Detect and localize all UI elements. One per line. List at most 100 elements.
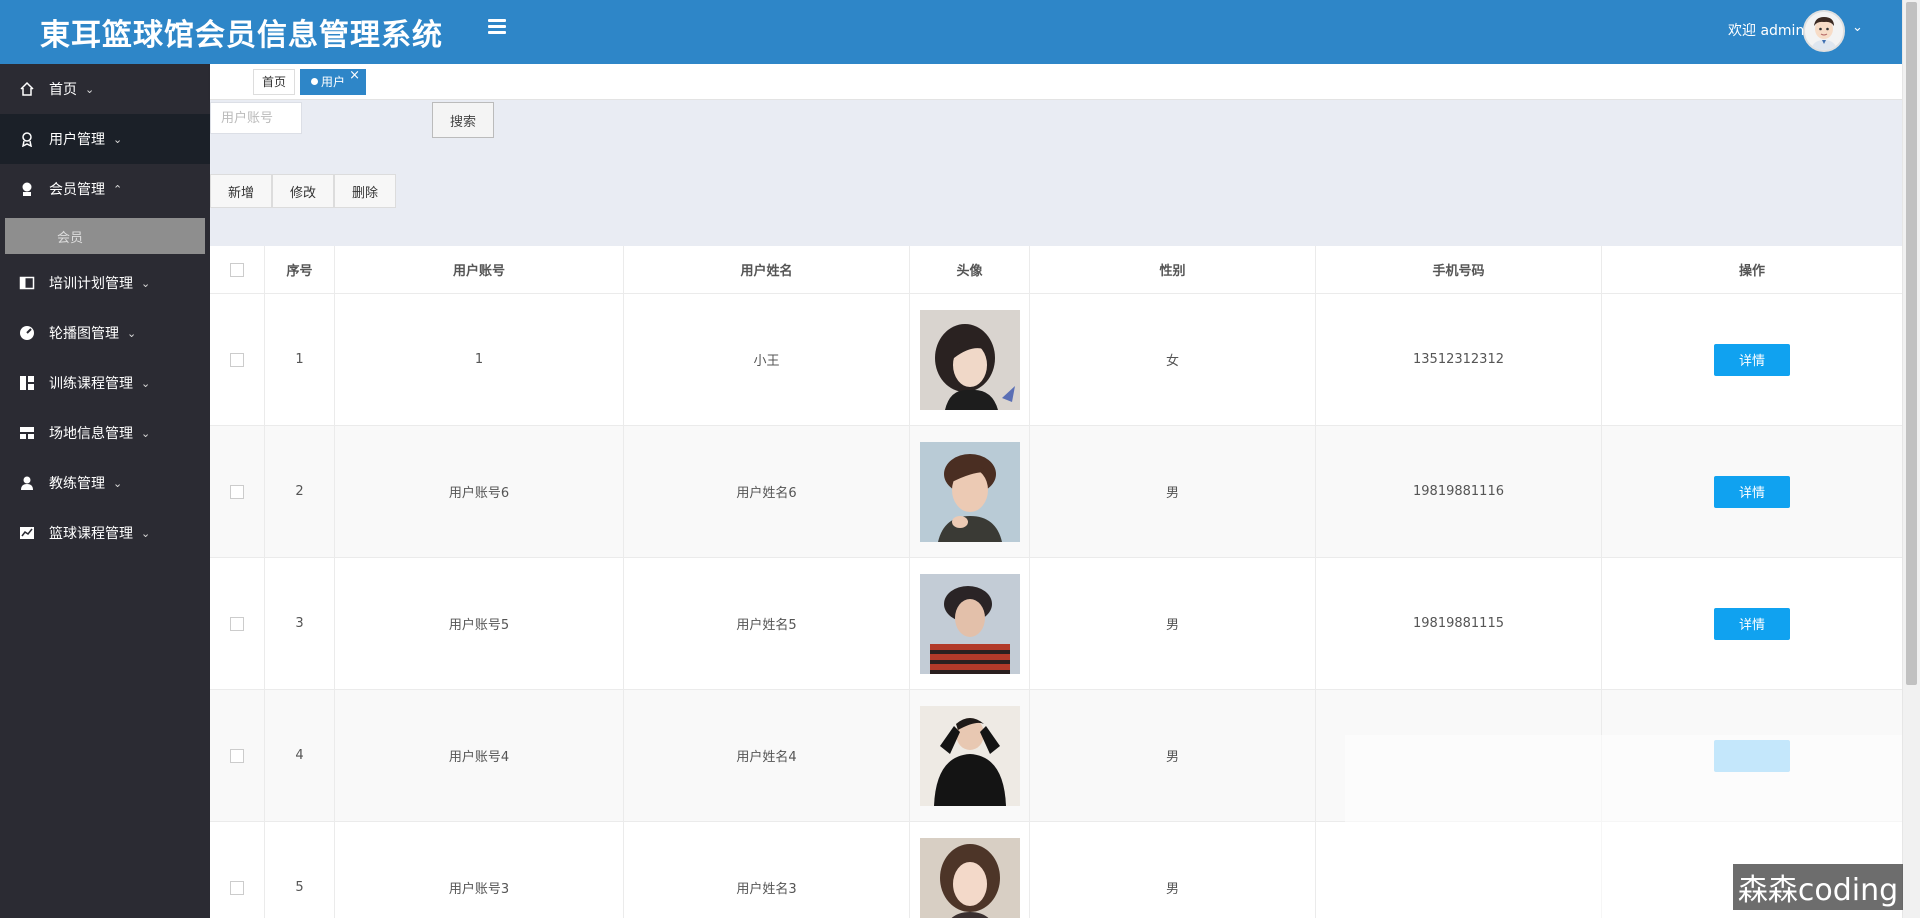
sidebar-subitem-member[interactable]: 会员 — [5, 218, 205, 254]
tab-label: 用户 — [321, 75, 346, 89]
user-menu-chevron-icon[interactable]: ⌄ — [1852, 20, 1863, 35]
sidebar-item-label: 用户管理 — [49, 132, 105, 148]
cell-gender: 男 — [1030, 426, 1316, 557]
cell-account: 用户账号3 — [335, 822, 624, 918]
home-icon — [18, 80, 36, 98]
row-checkbox[interactable] — [230, 352, 244, 367]
search-input[interactable] — [210, 102, 302, 134]
cell-phone: 19819881116 — [1316, 426, 1602, 557]
chevron-down-icon: ⌄ — [141, 526, 151, 540]
cell-gender: 男 — [1030, 822, 1316, 918]
chevron-down-icon: ⌄ — [141, 276, 151, 290]
member-icon — [18, 180, 36, 198]
table-row[interactable]: 1 1 小王 女 13512312312 详情 — [210, 294, 1902, 426]
column-header: 用户姓名 — [624, 246, 910, 293]
cell-index: 1 — [265, 294, 335, 425]
tabs-bar: 首页 用户 × — [210, 64, 1902, 100]
detail-button[interactable]: 详情 — [1714, 607, 1790, 640]
column-header: 操作 — [1738, 264, 1765, 279]
chevron-down-icon: ⌄ — [113, 132, 123, 146]
sidebar-item-label: 场地信息管理 — [49, 426, 133, 442]
sidebar-item-label: 会员管理 — [49, 182, 105, 198]
close-icon[interactable]: × — [349, 64, 360, 88]
sidebar-item-training-plan[interactable]: 培训计划管理 ⌄ — [0, 258, 210, 308]
select-all-checkbox[interactable] — [230, 262, 244, 277]
cell-gender: 男 — [1030, 690, 1316, 821]
tab-home[interactable]: 首页 — [253, 69, 296, 95]
cell-name: 用户姓名5 — [624, 558, 910, 689]
column-header: 序号 — [265, 246, 335, 293]
table-header-row: 序号 用户账号 用户姓名 头像 性别 手机号码 操作 — [210, 246, 1902, 294]
vertical-scrollbar[interactable] — [1902, 0, 1920, 918]
user-avatar[interactable] — [1803, 10, 1845, 52]
chevron-down-icon: ⌄ — [127, 326, 137, 340]
table-row[interactable]: 3 用户账号5 用户姓名5 男 19819881115 详情 — [210, 558, 1902, 690]
sidebar-item-label: 教练管理 — [49, 476, 105, 492]
avatar-photo[interactable] — [919, 837, 1020, 918]
avatar-photo[interactable] — [919, 441, 1020, 542]
sidebar: 首页 ⌄ 用户管理 ⌄ 会员管理 ⌃ 会员 培训计划管理 ⌄ 轮播图管理 ⌄ 训… — [0, 64, 210, 918]
avatar-photo[interactable] — [919, 573, 1020, 674]
sidebar-item-member-management[interactable]: 会员管理 ⌃ — [0, 164, 210, 214]
cell-account: 用户账号6 — [335, 426, 624, 557]
layout-icon — [18, 424, 36, 442]
row-checkbox[interactable] — [230, 616, 244, 631]
sidebar-item-user-management[interactable]: 用户管理 ⌄ — [0, 114, 210, 164]
cell-index: 3 — [265, 558, 335, 689]
tab-label: 首页 — [262, 75, 287, 89]
cell-name: 小王 — [624, 294, 910, 425]
chart-icon — [18, 524, 36, 542]
search-button[interactable]: 搜索 — [432, 102, 494, 138]
table-row[interactable]: 2 用户账号6 用户姓名6 男 19819881116 详情 — [210, 426, 1902, 558]
welcome-text: 欢迎 admin — [1728, 23, 1805, 39]
column-header: 用户账号 — [335, 246, 624, 293]
cell-index: 5 — [265, 822, 335, 918]
app-title: 東耳篮球馆会员信息管理系统 — [40, 18, 443, 53]
cell-account: 用户账号5 — [335, 558, 624, 689]
cell-account: 1 — [335, 294, 624, 425]
cell-gender: 女 — [1030, 294, 1316, 425]
cell-name: 用户姓名3 — [624, 822, 910, 918]
cell-phone: 13512312312 — [1316, 294, 1602, 425]
sidebar-item-coach[interactable]: 教练管理 ⌄ — [0, 458, 210, 508]
row-checkbox[interactable] — [230, 880, 244, 895]
scrollbar-thumb[interactable] — [1906, 2, 1917, 685]
dashboard-icon — [18, 324, 36, 342]
user-badge-icon — [18, 130, 36, 148]
chevron-down-icon: ⌄ — [141, 426, 151, 440]
book-icon — [18, 274, 36, 292]
sidebar-item-venue[interactable]: 场地信息管理 ⌄ — [0, 408, 210, 458]
person-icon — [18, 474, 36, 492]
cell-gender: 男 — [1030, 558, 1316, 689]
sidebar-item-label: 培训计划管理 — [49, 276, 133, 292]
edit-button[interactable]: 修改 — [272, 174, 334, 208]
avatar-photo[interactable] — [919, 705, 1020, 806]
row-checkbox[interactable] — [230, 748, 244, 763]
column-header: 性别 — [1030, 246, 1316, 293]
cell-phone: 19819881115 — [1316, 558, 1602, 689]
top-header: 東耳篮球馆会员信息管理系统 欢迎 admin ⌄ — [0, 0, 1902, 64]
sidebar-item-carousel[interactable]: 轮播图管理 ⌄ — [0, 308, 210, 358]
sidebar-item-home[interactable]: 首页 ⌄ — [0, 64, 210, 114]
menu-toggle-icon[interactable] — [484, 16, 510, 42]
detail-button[interactable]: 详情 — [1714, 343, 1790, 376]
sidebar-item-label: 首页 — [49, 82, 77, 98]
delete-button[interactable]: 删除 — [334, 174, 396, 208]
tab-user[interactable]: 用户 × — [300, 68, 367, 95]
active-dot-icon — [311, 78, 318, 85]
detail-button[interactable]: 详情 — [1714, 475, 1790, 508]
sidebar-item-label: 训练课程管理 — [49, 376, 133, 392]
add-button[interactable]: 新增 — [210, 174, 272, 208]
grid-icon — [18, 374, 36, 392]
chevron-down-icon: ⌄ — [141, 376, 151, 390]
chevron-down-icon: ⌄ — [113, 476, 123, 490]
sidebar-item-training-course[interactable]: 训练课程管理 ⌄ — [0, 358, 210, 408]
avatar-photo[interactable] — [919, 309, 1020, 410]
row-checkbox[interactable] — [230, 484, 244, 499]
sidebar-item-label: 轮播图管理 — [49, 326, 119, 342]
cell-account: 用户账号4 — [335, 690, 624, 821]
cell-name: 用户姓名6 — [624, 426, 910, 557]
cell-index: 2 — [265, 426, 335, 557]
sidebar-item-basketball-course[interactable]: 篮球课程管理 ⌄ — [0, 508, 210, 558]
cell-index: 4 — [265, 690, 335, 821]
